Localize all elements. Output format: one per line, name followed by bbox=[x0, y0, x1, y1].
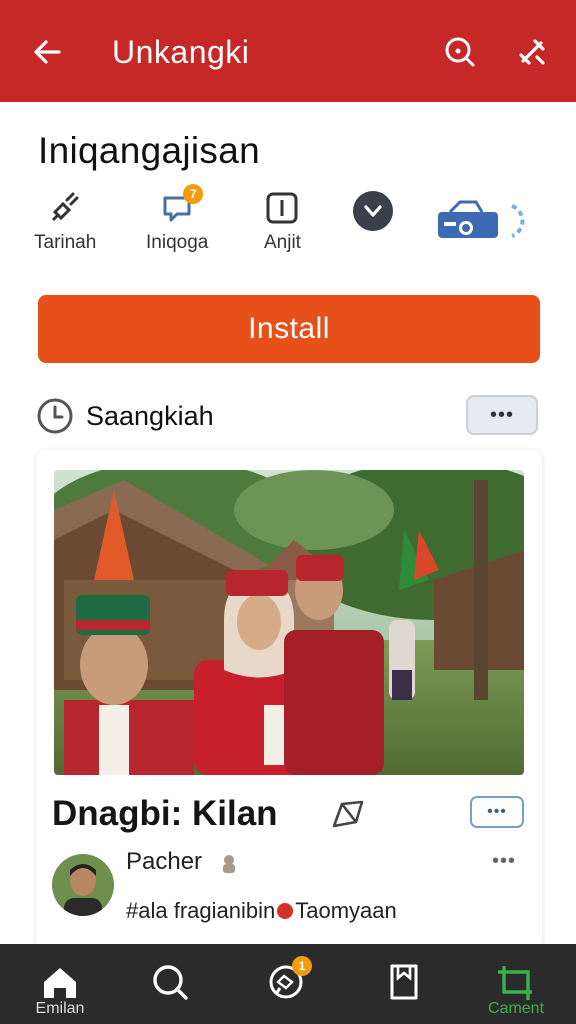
app-bar: Unkangki bbox=[0, 0, 576, 102]
search-icon[interactable] bbox=[440, 32, 480, 72]
post-tags: #ala fragianibin Taomyaan bbox=[126, 898, 397, 924]
satellite-icon bbox=[47, 190, 83, 226]
action-tarinah[interactable]: Tarinah bbox=[34, 190, 96, 254]
pause-icon bbox=[264, 190, 300, 226]
action-label: Iniqoga bbox=[146, 232, 209, 253]
section-header: Saangkiah ••• bbox=[36, 394, 540, 438]
post-title: Dnagbi: Kilan bbox=[52, 794, 278, 833]
chat-icon: 1 bbox=[266, 956, 312, 1002]
action-anjit[interactable]: Anjit bbox=[264, 190, 301, 254]
nav-comment[interactable]: Cament bbox=[466, 944, 566, 1024]
page-title: Iniqangajisan bbox=[38, 130, 260, 171]
red-dot-icon bbox=[277, 903, 294, 919]
search-icon bbox=[150, 962, 190, 1002]
comment-icon: 7 bbox=[159, 184, 204, 226]
heart-icon bbox=[352, 190, 394, 232]
compass-icon[interactable] bbox=[328, 794, 368, 834]
tools-icon[interactable] bbox=[512, 32, 552, 72]
post-photo[interactable] bbox=[54, 470, 524, 775]
nav-home[interactable]: Emilan bbox=[10, 944, 110, 1024]
tags-text-2: Taomyaan bbox=[295, 898, 397, 923]
section-more-button[interactable]: ••• bbox=[466, 395, 538, 435]
action-iniqoga[interactable]: 7 Iniqoga bbox=[146, 184, 209, 254]
bookmark-icon bbox=[384, 962, 424, 1002]
author-more-button[interactable]: ••• bbox=[492, 850, 516, 873]
clock-icon bbox=[36, 397, 74, 435]
nav-label: Cament bbox=[487, 1000, 545, 1017]
action-label: Anjit bbox=[264, 232, 301, 253]
notification-badge: 7 bbox=[183, 184, 204, 204]
action-favorite[interactable] bbox=[352, 190, 394, 232]
author-name[interactable]: Pacher bbox=[126, 848, 202, 876]
post-card: Dnagbi: Kilan ••• Pacher ••• #ala fragia… bbox=[36, 450, 542, 950]
avatar[interactable] bbox=[52, 854, 114, 916]
verified-icon bbox=[218, 852, 240, 874]
section-title: Saangkiah bbox=[86, 400, 214, 431]
app-title: Unkangki bbox=[112, 34, 250, 70]
tags-text: #ala fragianibin bbox=[126, 898, 276, 923]
home-icon bbox=[40, 962, 80, 1002]
notification-badge: 1 bbox=[292, 956, 312, 976]
post-more-button[interactable]: ••• bbox=[470, 796, 524, 828]
nav-chat[interactable]: 1 bbox=[236, 944, 336, 1024]
nav-search[interactable] bbox=[120, 944, 220, 1024]
nav-label: Emilan bbox=[35, 1000, 85, 1017]
action-projector[interactable] bbox=[436, 198, 530, 246]
install-button[interactable]: Install bbox=[38, 295, 540, 363]
back-arrow-icon[interactable] bbox=[28, 32, 68, 72]
nav-bookmark[interactable] bbox=[354, 944, 454, 1024]
crop-icon bbox=[496, 962, 536, 1002]
projector-icon bbox=[436, 198, 530, 246]
bottom-navigation: Emilan 1 Cament bbox=[0, 944, 576, 1024]
action-label: Tarinah bbox=[34, 232, 97, 253]
